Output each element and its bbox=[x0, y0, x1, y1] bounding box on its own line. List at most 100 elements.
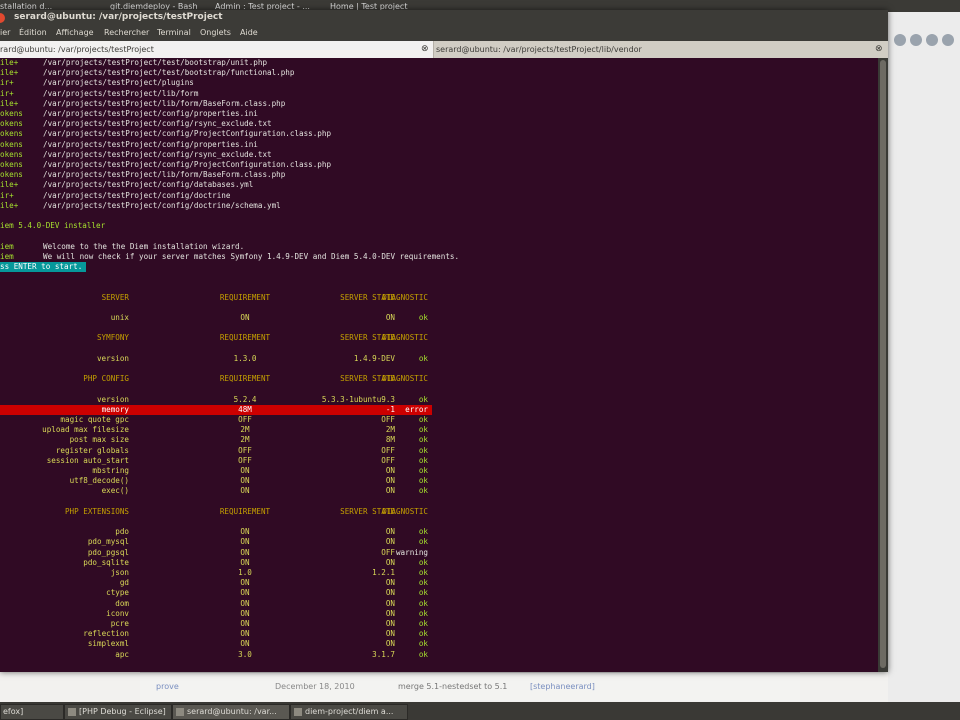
log-line: ir+ /var/projects/testProject/config/doct… bbox=[0, 191, 878, 201]
check-server-state: 2M bbox=[385, 425, 395, 435]
check-row: json 1.0 1.2.1 ok bbox=[0, 568, 432, 578]
check-name: pcre bbox=[110, 619, 129, 628]
check-row: simplexml ON ON ok bbox=[0, 639, 432, 649]
check-server-state: ON bbox=[385, 476, 395, 486]
check-server-state: ON bbox=[385, 619, 395, 628]
check-row: magic quote gpc OFF OFF ok bbox=[0, 415, 432, 425]
log-text: /var/projects/testProject/config/rsync_e… bbox=[43, 149, 272, 159]
log-line: ile+ /var/projects/testProject/lib/form/B… bbox=[0, 99, 878, 109]
log-line: iem We will now check if your server matc… bbox=[0, 252, 878, 262]
log-prefix: okens bbox=[0, 109, 23, 118]
log-text: Welcome to the the Diem installation wiz… bbox=[43, 241, 245, 251]
bg-commit-author: [stephaneerard] bbox=[530, 682, 595, 691]
log-text: /var/projects/testProject/config/Project… bbox=[43, 129, 332, 139]
menu-edit[interactable]: Édition bbox=[19, 28, 47, 37]
menu-help[interactable]: Aide bbox=[240, 28, 258, 37]
log-prefix: ir+ bbox=[0, 78, 14, 88]
check-name: unix bbox=[110, 313, 129, 322]
log-text: /var/projects/testProject/config/doctrin… bbox=[43, 190, 231, 200]
check-diagnostic: ok bbox=[418, 568, 428, 577]
close-tab-icon[interactable]: ⊗ bbox=[421, 44, 429, 54]
check-server-state: ON bbox=[385, 608, 395, 618]
header-server-state: SERVER STATE bbox=[340, 506, 395, 516]
check-diagnostic: ok bbox=[418, 649, 428, 659]
header-diagnostic: DIAGNOSTIC bbox=[382, 374, 428, 384]
log-prefix: ile+ bbox=[0, 98, 19, 108]
taskbar-item-terminal[interactable]: serard@ubuntu: /var... bbox=[172, 704, 290, 720]
check-diagnostic: ok bbox=[418, 313, 428, 322]
check-name: pdo bbox=[115, 527, 129, 537]
check-diagnostic: ok bbox=[418, 629, 428, 639]
menu-terminal[interactable]: Terminal bbox=[157, 28, 191, 37]
bg-commit-date: December 18, 2010 bbox=[275, 682, 355, 691]
check-name: exec() bbox=[101, 486, 129, 496]
browser-icon bbox=[910, 34, 922, 46]
log-prefix: ir+ bbox=[0, 190, 14, 200]
enter-prompt: ss ENTER to start. bbox=[0, 262, 87, 272]
menu-file[interactable]: ier bbox=[0, 28, 10, 37]
menu-tabs[interactable]: Onglets bbox=[200, 28, 231, 37]
log-text: /var/projects/testProject/lib/form bbox=[43, 88, 199, 98]
check-name: version bbox=[96, 353, 129, 363]
log-prefix: iem bbox=[0, 251, 14, 261]
tab-testproject[interactable]: rard@ubuntu: /var/projects/testProject ⊗ bbox=[0, 41, 434, 58]
log-prefix: okens bbox=[0, 170, 23, 180]
installer-title: iem 5.4.0-DEV installer bbox=[0, 221, 106, 231]
check-diagnostic: ok bbox=[418, 608, 428, 618]
taskbar-item-browser[interactable]: diem-project/diem a... bbox=[290, 704, 408, 720]
check-name: session auto_start bbox=[46, 455, 129, 465]
check-name: dom bbox=[115, 598, 129, 608]
check-name: pdo_pgsql bbox=[87, 547, 129, 557]
table-header: SYMFONY REQUIREMENT SERVER STATE DIAGNOSTIC bbox=[0, 333, 432, 343]
terminal-output[interactable]: ile+ /var/projects/testProject/test/boots… bbox=[0, 58, 878, 672]
check-diagnostic: ok bbox=[418, 476, 428, 486]
log-line: okens/var/projects/testProject/config/Pr… bbox=[0, 160, 878, 170]
header-diagnostic: DIAGNOSTIC bbox=[382, 506, 428, 516]
taskbar-item-firefox[interactable]: efox] bbox=[0, 704, 64, 720]
check-row: pcre ON ON ok bbox=[0, 619, 432, 629]
close-tab-icon[interactable]: ⊗ bbox=[875, 44, 883, 54]
tab-label: rard@ubuntu: /var/projects/testProject bbox=[0, 45, 154, 54]
header-server-state: SERVER STATE bbox=[340, 292, 395, 302]
table-header: PHP EXTENSIONS REQUIREMENT SERVER STATE DIA… bbox=[0, 507, 432, 517]
log-prefix: okens bbox=[0, 119, 23, 129]
eclipse-icon bbox=[68, 708, 76, 716]
log-prefix: okens bbox=[0, 160, 23, 169]
check-name: gd bbox=[119, 578, 129, 588]
check-diagnostic: error bbox=[405, 404, 428, 414]
taskbar: efox] [PHP Debug - Eclipse] serard@ubunt… bbox=[0, 702, 960, 720]
taskbar-item-eclipse[interactable]: [PHP Debug - Eclipse] bbox=[64, 704, 172, 720]
check-name: magic quote gpc bbox=[60, 415, 129, 424]
check-row: gd ON ON ok bbox=[0, 578, 432, 588]
scrollbar-thumb[interactable] bbox=[880, 60, 886, 668]
check-row: apc 3.0 3.1.7 ok bbox=[0, 650, 432, 660]
check-diagnostic: ok bbox=[418, 394, 428, 404]
window-titlebar[interactable]: serard@ubuntu: /var/projects/testProject bbox=[0, 10, 888, 26]
tab-vendor[interactable]: serard@ubuntu: /var/projects/testProject… bbox=[434, 41, 888, 58]
check-row: pdo_sqlite ON ON ok bbox=[0, 558, 432, 568]
header-section: SERVER bbox=[101, 292, 129, 302]
check-name: reflection bbox=[83, 629, 129, 639]
check-server-state: OFF bbox=[381, 547, 395, 557]
check-row: version 1.3.0 1.4.9-DEV ok bbox=[0, 354, 432, 364]
check-name: version bbox=[96, 394, 129, 404]
menu-search[interactable]: Rechercher bbox=[104, 28, 149, 37]
menu-view[interactable]: Affichage bbox=[56, 28, 94, 37]
log-prefix: ile+ bbox=[0, 180, 19, 190]
log-line: okens/var/projects/testProject/config/pr… bbox=[0, 140, 878, 150]
check-server-state: ON bbox=[385, 313, 395, 322]
check-diagnostic: ok bbox=[418, 353, 428, 363]
check-diagnostic: ok bbox=[418, 415, 428, 424]
window-title: serard@ubuntu: /var/projects/testProject bbox=[14, 12, 223, 22]
check-diagnostic: ok bbox=[418, 537, 428, 547]
check-row: exec() ON ON ok bbox=[0, 486, 432, 496]
check-name: json bbox=[110, 568, 129, 577]
log-line: ile+ /var/projects/testProject/config/dat… bbox=[0, 180, 878, 190]
log-line: okens/var/projects/testProject/config/pr… bbox=[0, 109, 878, 119]
check-row: mbstring ON ON ok bbox=[0, 466, 432, 476]
check-row: iconv ON ON ok bbox=[0, 609, 432, 619]
check-server-state: 3.1.7 bbox=[372, 649, 395, 659]
check-server-state: 1.4.9-DEV bbox=[353, 353, 395, 363]
taskbar-label: diem-project/diem a... bbox=[305, 707, 394, 716]
close-window-icon[interactable] bbox=[0, 13, 5, 23]
